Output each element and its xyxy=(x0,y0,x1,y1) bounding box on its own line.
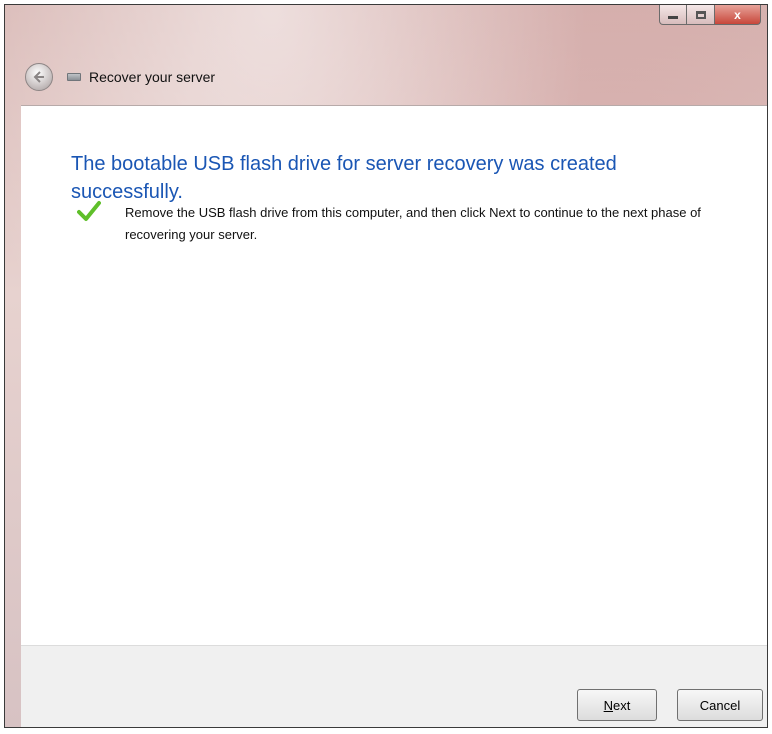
wizard-window: x Recover your server The bootable USB f… xyxy=(4,4,768,728)
next-accelerator: N xyxy=(603,697,614,713)
next-label: ext xyxy=(613,697,631,713)
close-icon: x xyxy=(734,7,741,22)
status-icon-wrap xyxy=(77,200,101,222)
wizard-title: Recover your server xyxy=(89,69,216,85)
page-heading: The bootable USB flash drive for server … xyxy=(71,153,617,203)
close-button[interactable]: x xyxy=(715,5,761,25)
checkmark-icon xyxy=(77,201,101,221)
status-message: Remove the USB flash drive from this com… xyxy=(125,205,701,242)
maximize-button[interactable] xyxy=(687,5,715,25)
wizard-footer: Next Cancel xyxy=(21,645,767,727)
minimize-button[interactable] xyxy=(659,5,687,25)
caption-buttons: x xyxy=(659,5,761,27)
next-button[interactable]: Next xyxy=(577,689,657,721)
wizard-nav-bar: Recover your server xyxy=(25,57,767,97)
minimize-icon xyxy=(668,16,678,19)
maximize-icon xyxy=(695,10,706,19)
app-icon xyxy=(67,73,81,81)
back-button[interactable] xyxy=(25,63,53,91)
wizard-content: The bootable USB flash drive for server … xyxy=(21,105,767,646)
cancel-button[interactable]: Cancel xyxy=(677,689,763,721)
back-arrow-icon xyxy=(33,71,44,83)
